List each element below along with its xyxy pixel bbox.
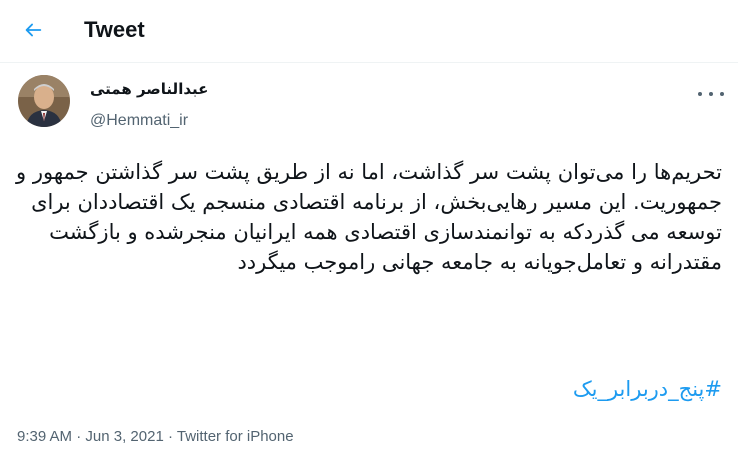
- avatar-image: [18, 75, 70, 127]
- more-dot-icon: [720, 92, 724, 96]
- more-dot-icon: [698, 92, 702, 96]
- author-display-name[interactable]: عبدالناصر همتی: [90, 80, 208, 98]
- page-title: Tweet: [84, 17, 145, 42]
- more-dot-icon: [709, 92, 713, 96]
- back-button[interactable]: [15, 12, 51, 48]
- tweet-header: Tweet: [0, 0, 738, 63]
- tweet-time-link[interactable]: 9:39 AM: [17, 428, 72, 445]
- tweet-date-link[interactable]: Jun 3, 2021: [85, 428, 163, 445]
- author-handle[interactable]: @Hemmati_ir: [90, 112, 188, 130]
- tweet-meta: 9:39 AM · Jun 3, 2021 · Twitter for iPho…: [17, 428, 294, 445]
- tweet-text: تحریم‌ها را می‌توان پشت سر گذاشت، اما نه…: [16, 160, 722, 274]
- hashtag-link[interactable]: #پنج_دربرابر_یک: [16, 374, 722, 404]
- back-arrow-icon: [25, 23, 42, 37]
- meta-separator: ·: [163, 428, 177, 445]
- more-options-button[interactable]: [698, 84, 724, 104]
- avatar[interactable]: [18, 75, 70, 127]
- tweet-source-link[interactable]: Twitter for iPhone: [177, 428, 294, 445]
- meta-separator: ·: [72, 428, 86, 445]
